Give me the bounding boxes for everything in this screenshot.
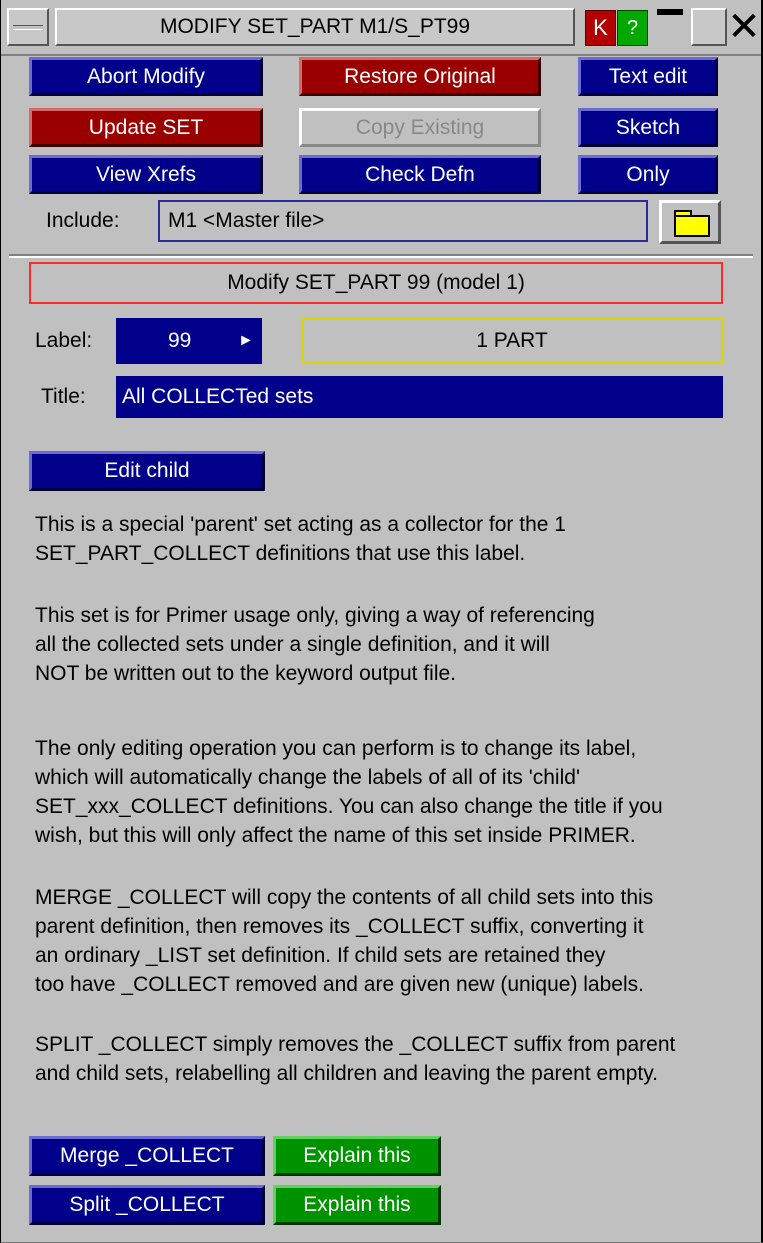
- maximize-icon[interactable]: [691, 8, 727, 46]
- abort-modify-button[interactable]: Abort Modify: [29, 57, 263, 96]
- part-count-box[interactable]: 1 PART: [301, 318, 723, 364]
- text-line: wish, but this will only affect the name…: [35, 824, 636, 847]
- description-paragraph-4: MERGE _COLLECT will copy the contents of…: [35, 883, 755, 999]
- text-line: and child sets, relabelling all children…: [35, 1062, 658, 1085]
- description-paragraph-5: SPLIT _COLLECT simply removes the _COLLE…: [35, 1030, 755, 1088]
- label-value: 99: [168, 329, 192, 352]
- window-title[interactable]: MODIFY SET_PART M1/S_PT99: [55, 8, 575, 46]
- minimize-icon[interactable]: [653, 6, 687, 46]
- text-line: too have _COLLECT removed and are given …: [35, 973, 644, 996]
- restore-original-button[interactable]: Restore Original: [299, 57, 541, 96]
- close-icon[interactable]: ✕: [727, 6, 761, 48]
- explain-merge-button[interactable]: Explain this: [273, 1136, 441, 1176]
- text-line: SET_PART_COLLECT definitions that use th…: [35, 542, 526, 565]
- separator: [9, 254, 753, 258]
- folder-icon: [674, 215, 710, 237]
- text-line: an ordinary _LIST set definition. If chi…: [35, 944, 606, 967]
- description-paragraph-3: The only editing operation you can perfo…: [35, 734, 755, 850]
- explain-split-button[interactable]: Explain this: [273, 1185, 441, 1225]
- title-bar: MODIFY SET_PART M1/S_PT99 K ? ✕: [1, 0, 761, 56]
- text-edit-button[interactable]: Text edit: [578, 57, 718, 96]
- label-input[interactable]: 99 ►: [116, 318, 262, 364]
- description-paragraph-1: This is a special 'parent' set acting as…: [35, 510, 755, 568]
- play-arrow-icon[interactable]: ►: [238, 318, 254, 364]
- include-label: Include:: [46, 209, 120, 232]
- text-line: MERGE _COLLECT will copy the contents of…: [35, 886, 654, 909]
- text-line: SET_xxx_COLLECT definitions. You can als…: [35, 795, 663, 818]
- text-line: SPLIT _COLLECT simply removes the _COLLE…: [35, 1033, 676, 1056]
- panel-heading: Modify SET_PART 99 (model 1): [29, 262, 723, 304]
- text-line: This is a special 'parent' set acting as…: [35, 513, 566, 536]
- split-collect-button[interactable]: Split _COLLECT: [29, 1185, 265, 1225]
- text-line: NOT be written out to the keyword output…: [35, 662, 456, 685]
- text-line: all the collected sets under a single de…: [35, 633, 550, 656]
- folder-browse-button[interactable]: [659, 200, 721, 244]
- check-defn-button[interactable]: Check Defn: [299, 155, 541, 194]
- title-caption: Title:: [41, 385, 86, 408]
- text-line: The only editing operation you can perfo…: [35, 737, 637, 760]
- window-menu-button[interactable]: [7, 8, 49, 46]
- edit-child-button[interactable]: Edit child: [29, 451, 265, 491]
- description-paragraph-2: This set is for Primer usage only, givin…: [35, 601, 755, 688]
- title-input[interactable]: All COLLECTed sets: [116, 376, 723, 418]
- view-xrefs-button[interactable]: View Xrefs: [29, 155, 263, 194]
- update-set-button[interactable]: Update SET: [29, 108, 263, 147]
- k-icon[interactable]: K: [585, 10, 616, 46]
- sketch-button[interactable]: Sketch: [578, 108, 718, 147]
- help-icon[interactable]: ?: [617, 10, 648, 46]
- label-caption: Label:: [35, 329, 93, 352]
- copy-existing-button[interactable]: Copy Existing: [299, 108, 541, 147]
- include-field[interactable]: M1 <Master file>: [158, 200, 648, 242]
- text-line: parent definition, then removes its _COL…: [35, 915, 644, 938]
- text-line: which will automatically change the labe…: [35, 766, 580, 789]
- modify-set-part-window: MODIFY SET_PART M1/S_PT99 K ? ✕ Abort Mo…: [0, 0, 763, 1243]
- only-button[interactable]: Only: [578, 155, 718, 194]
- text-line: This set is for Primer usage only, givin…: [35, 604, 595, 627]
- merge-collect-button[interactable]: Merge _COLLECT: [29, 1136, 265, 1176]
